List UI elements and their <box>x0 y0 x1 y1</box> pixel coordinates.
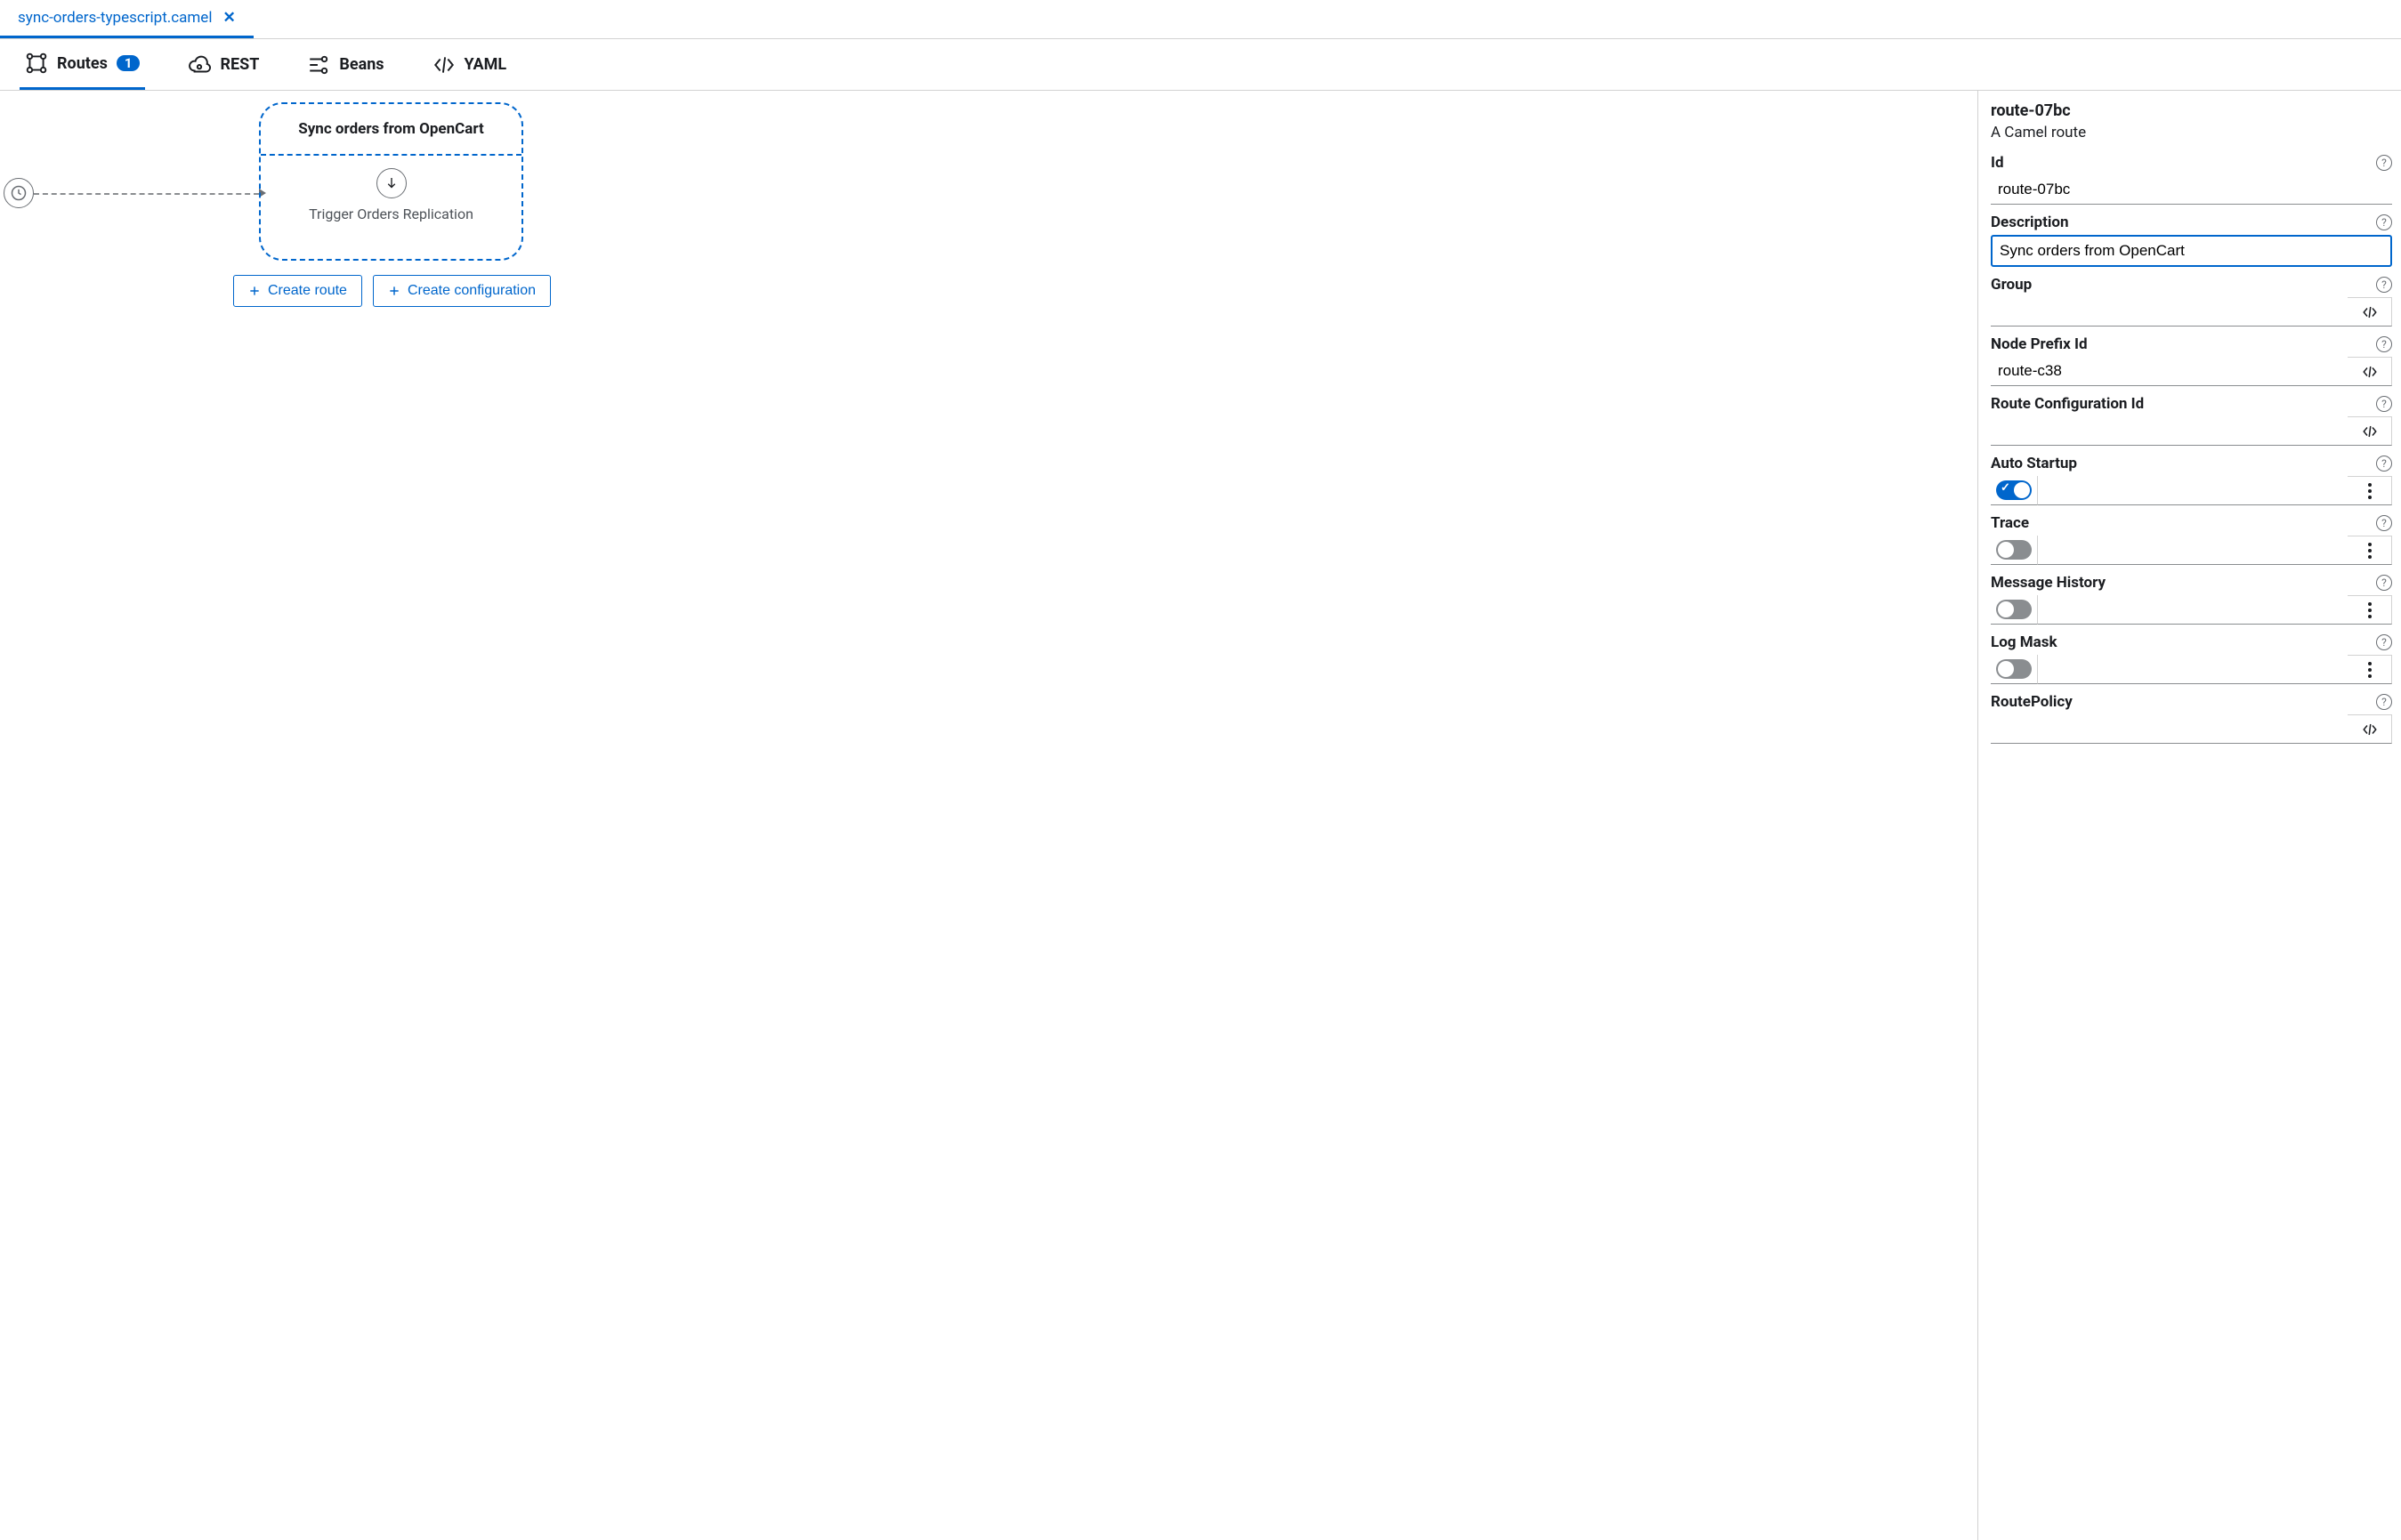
tab-routes-label: Routes <box>57 54 108 73</box>
help-icon[interactable]: ? <box>2376 515 2392 531</box>
field-node-prefix: Node Prefix Id ? <box>1991 335 2392 386</box>
node-prefix-input[interactable] <box>1991 357 2348 386</box>
log-mask-toggle[interactable] <box>1996 659 2032 679</box>
auto-startup-label: Auto Startup <box>1991 455 2077 472</box>
route-box[interactable]: Sync orders from OpenCart Trigger Orders… <box>259 102 523 261</box>
more-button[interactable] <box>2348 476 2392 505</box>
tab-yaml[interactable]: YAML <box>427 39 513 90</box>
code-icon <box>2362 423 2378 439</box>
message-history-toggle[interactable] <box>1996 600 2032 619</box>
tab-rest[interactable]: REST <box>182 39 264 90</box>
field-route-policy: RoutePolicy ? <box>1991 693 2392 744</box>
code-icon <box>433 53 456 77</box>
help-icon[interactable]: ? <box>2376 214 2392 230</box>
help-icon[interactable]: ? <box>2376 396 2392 412</box>
canvas-buttons: Create route Create configuration <box>233 275 551 307</box>
timer-node[interactable] <box>4 178 34 208</box>
kebab-icon <box>2368 662 2372 678</box>
file-tab-label: sync-orders-typescript.camel <box>18 9 212 27</box>
more-button[interactable] <box>2348 536 2392 565</box>
clock-icon <box>10 184 28 202</box>
description-input[interactable] <box>1991 235 2392 267</box>
plus-icon <box>248 285 261 297</box>
create-route-label: Create route <box>268 283 347 299</box>
help-icon[interactable]: ? <box>2376 575 2392 591</box>
id-label: Id <box>1991 154 2004 172</box>
create-config-label: Create configuration <box>408 283 536 299</box>
expression-button[interactable] <box>2348 297 2392 327</box>
file-tab[interactable]: sync-orders-typescript.camel ✕ <box>0 0 254 38</box>
tab-routes[interactable]: Routes 1 <box>20 39 145 90</box>
help-icon[interactable]: ? <box>2376 694 2392 710</box>
help-icon[interactable]: ? <box>2376 155 2392 171</box>
help-icon[interactable]: ? <box>2376 277 2392 293</box>
group-label: Group <box>1991 276 2032 294</box>
close-icon[interactable]: ✕ <box>222 9 235 27</box>
expression-button[interactable] <box>2348 357 2392 386</box>
file-tab-bar: sync-orders-typescript.camel ✕ <box>0 0 2401 39</box>
auto-startup-toggle[interactable] <box>1996 480 2032 500</box>
tab-beans[interactable]: Beans <box>302 39 389 90</box>
group-input[interactable] <box>1991 297 2348 327</box>
properties-panel: route-07bc A Camel route Id ? Descriptio… <box>1977 91 2401 1540</box>
kebab-icon <box>2368 602 2372 618</box>
log-mask-input[interactable] <box>2037 655 2348 684</box>
help-icon[interactable]: ? <box>2376 634 2392 650</box>
field-message-history: Message History ? <box>1991 574 2392 625</box>
sub-tabs: Routes 1 REST Beans YAML <box>0 39 2401 91</box>
kebab-icon <box>2368 483 2372 499</box>
tab-beans-label: Beans <box>339 55 384 74</box>
plus-icon <box>388 285 400 297</box>
kebab-icon <box>2368 543 2372 559</box>
field-trace: Trace ? <box>1991 514 2392 565</box>
auto-startup-input[interactable] <box>2037 476 2348 505</box>
message-history-input[interactable] <box>2037 595 2348 625</box>
tab-yaml-label: YAML <box>465 55 507 74</box>
message-history-label: Message History <box>1991 574 2106 592</box>
trace-toggle[interactable] <box>1996 540 2032 560</box>
panel-title: route-07bc <box>1991 101 2392 120</box>
cloud-icon <box>188 53 211 77</box>
step-label: Trigger Orders Replication <box>309 206 473 222</box>
field-route-config: Route Configuration Id ? <box>1991 395 2392 446</box>
more-button[interactable] <box>2348 655 2392 684</box>
code-icon <box>2362 722 2378 738</box>
log-mask-label: Log Mask <box>1991 633 2057 651</box>
node-prefix-label: Node Prefix Id <box>1991 335 2088 353</box>
trace-label: Trace <box>1991 514 2029 532</box>
design-canvas[interactable]: Sync orders from OpenCart Trigger Orders… <box>0 91 1977 1540</box>
route-config-input[interactable] <box>1991 416 2348 446</box>
route-policy-label: RoutePolicy <box>1991 693 2073 711</box>
create-route-button[interactable]: Create route <box>233 275 362 307</box>
help-icon[interactable]: ? <box>2376 336 2392 352</box>
route-config-label: Route Configuration Id <box>1991 395 2144 413</box>
code-icon <box>2362 364 2378 380</box>
panel-subtitle: A Camel route <box>1991 124 2392 141</box>
routes-icon <box>25 52 48 75</box>
connector-line <box>34 193 259 195</box>
description-label: Description <box>1991 214 2068 231</box>
tab-rest-label: REST <box>220 55 259 74</box>
step-node[interactable] <box>376 168 407 198</box>
routes-count-badge: 1 <box>117 55 141 71</box>
create-config-button[interactable]: Create configuration <box>373 275 551 307</box>
field-id: Id ? <box>1991 154 2392 205</box>
route-title: Sync orders from OpenCart <box>261 104 521 156</box>
arrow-down-icon <box>384 175 400 191</box>
route-policy-input[interactable] <box>1991 714 2348 744</box>
expression-button[interactable] <box>2348 714 2392 744</box>
field-log-mask: Log Mask ? <box>1991 633 2392 684</box>
route-body: Trigger Orders Replication <box>261 156 521 235</box>
beans-icon <box>307 53 330 77</box>
id-input[interactable] <box>1991 175 2392 205</box>
field-description: Description ? <box>1991 214 2392 267</box>
help-icon[interactable]: ? <box>2376 456 2392 472</box>
more-button[interactable] <box>2348 595 2392 625</box>
field-group: Group ? <box>1991 276 2392 327</box>
code-icon <box>2362 304 2378 320</box>
trace-input[interactable] <box>2037 536 2348 565</box>
expression-button[interactable] <box>2348 416 2392 446</box>
field-auto-startup: Auto Startup ? <box>1991 455 2392 505</box>
